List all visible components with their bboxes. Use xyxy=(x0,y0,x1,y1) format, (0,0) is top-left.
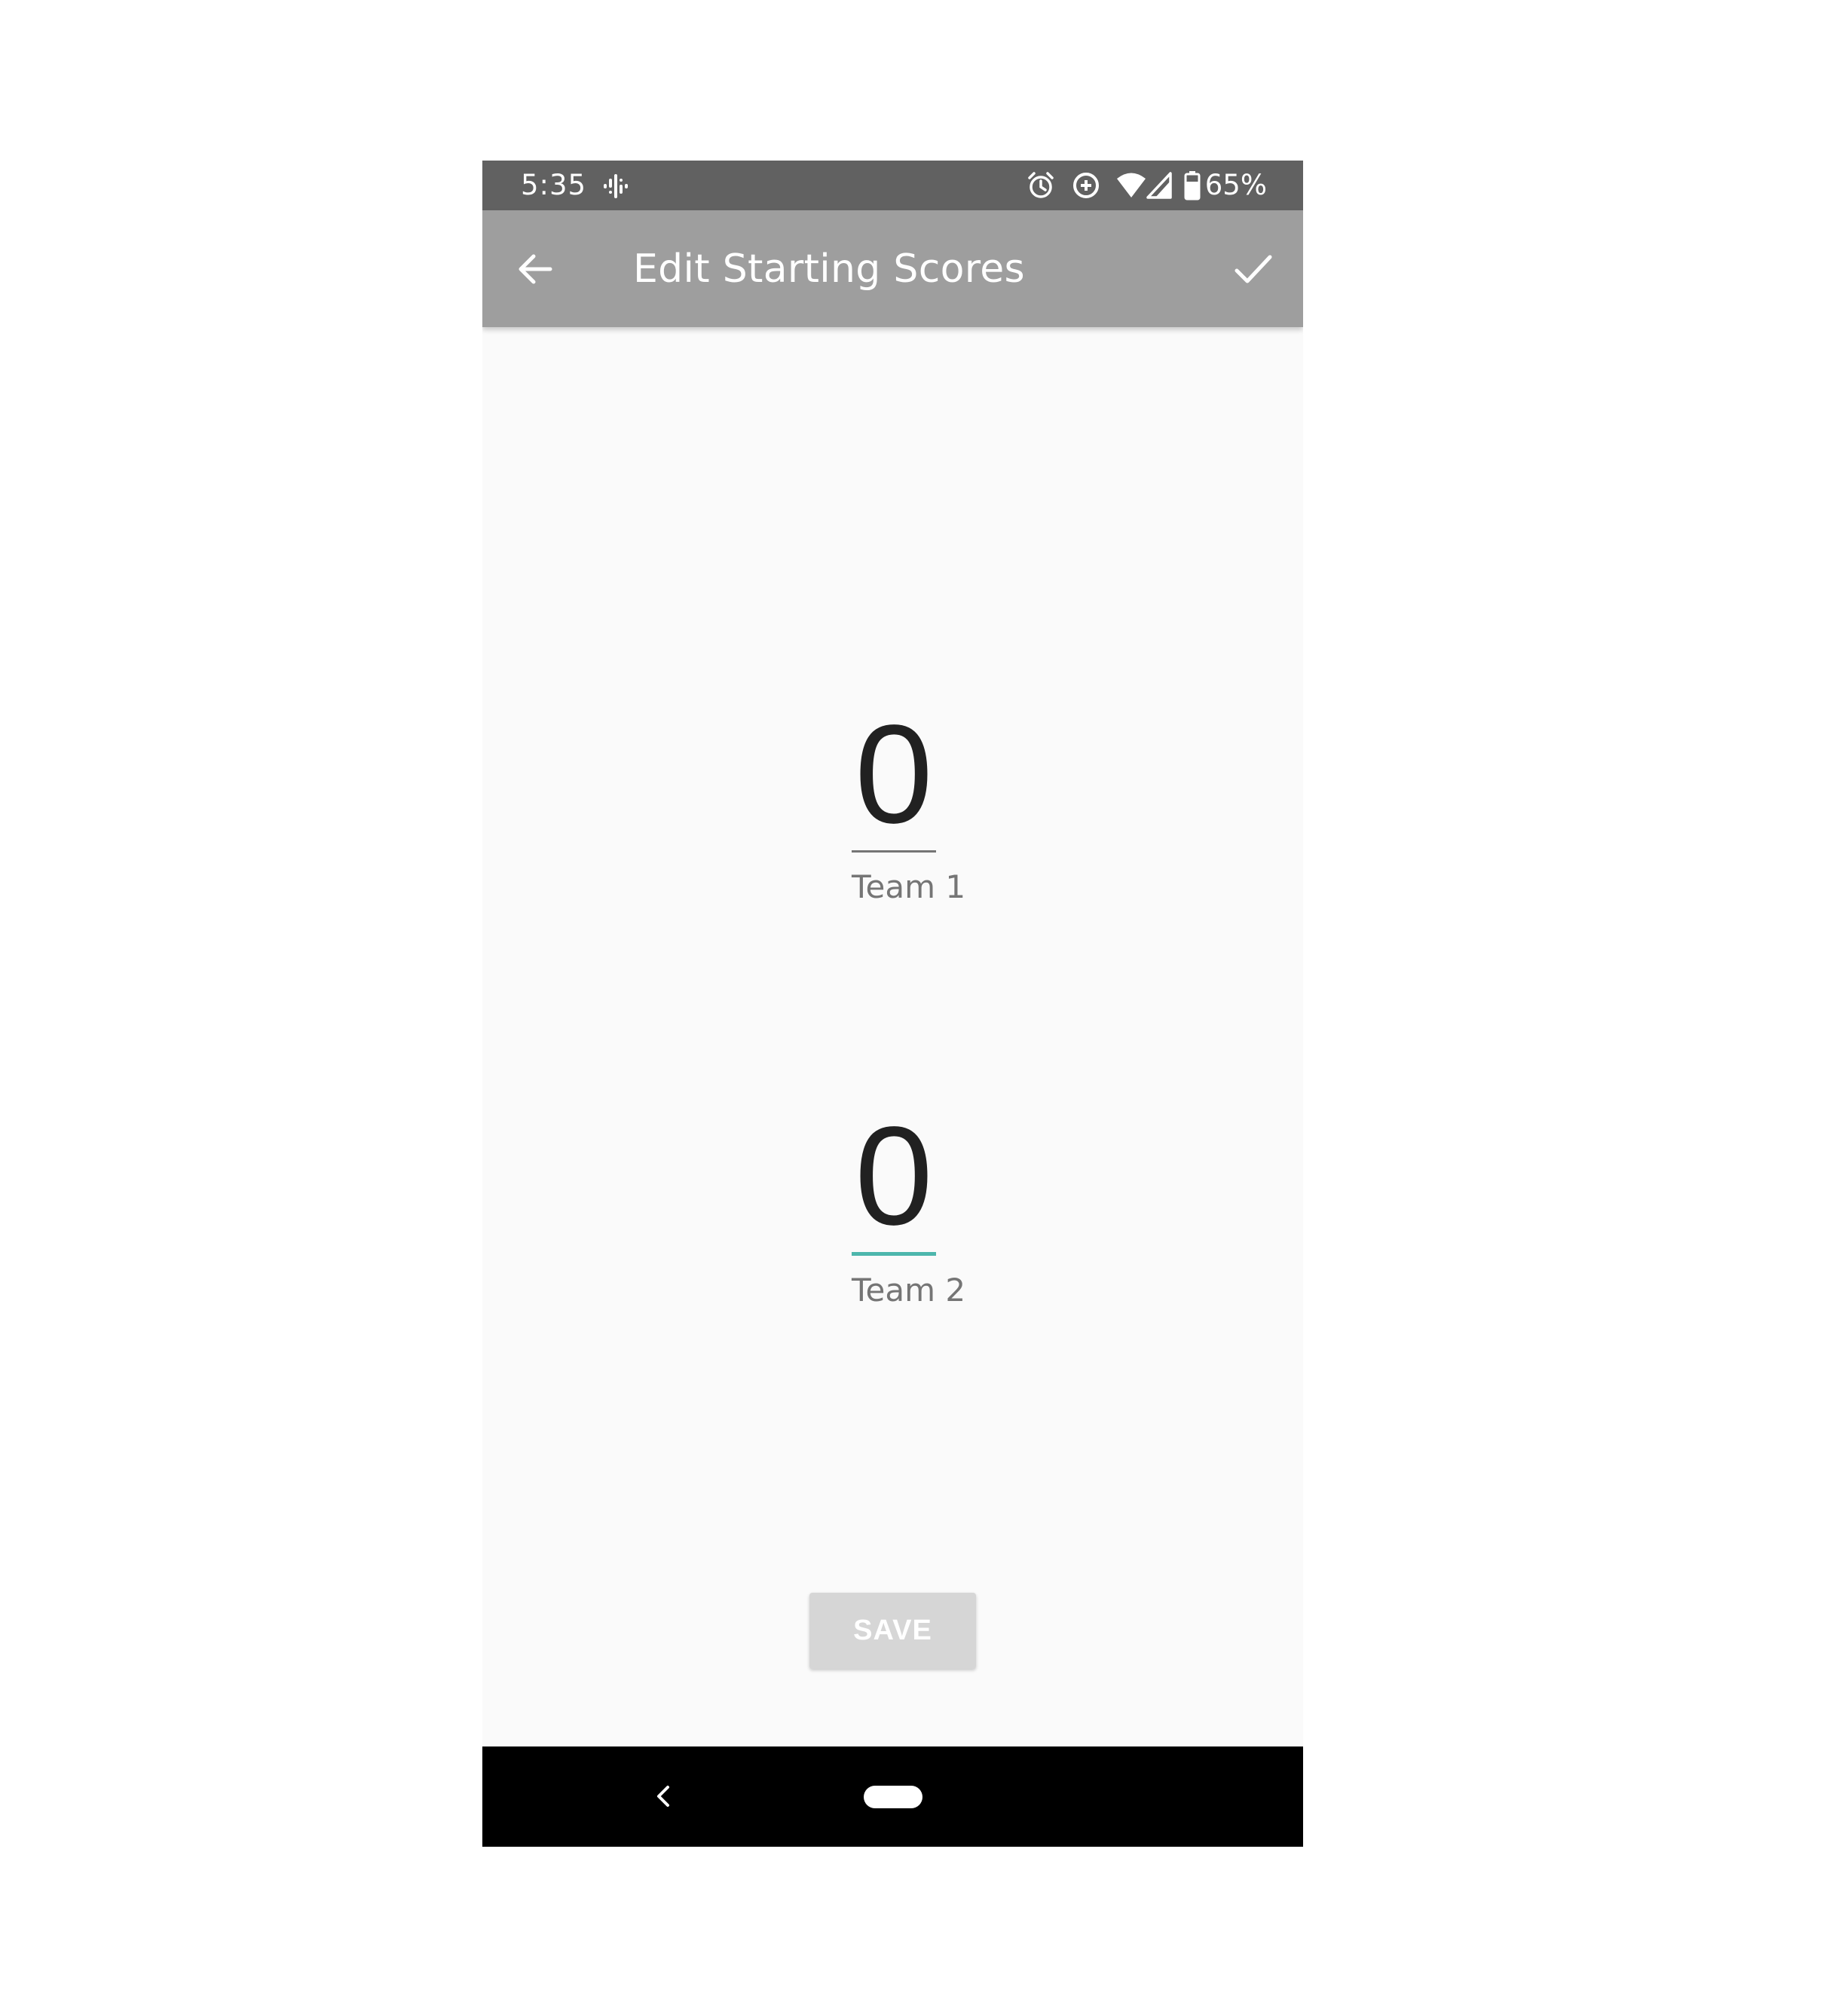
alarm-icon xyxy=(1028,172,1054,198)
team-1-score-underline xyxy=(852,850,936,853)
status-icons: 65% xyxy=(1026,168,1267,203)
podcast-icon xyxy=(604,174,628,198)
nav-back-icon[interactable] xyxy=(648,1781,678,1811)
team-2-score-field: Team 2 xyxy=(852,1101,972,1309)
nav-home-pill[interactable] xyxy=(864,1786,922,1808)
team-1-score-input[interactable] xyxy=(852,699,936,850)
team-2-score-underline xyxy=(852,1252,936,1256)
signal-icon xyxy=(1146,172,1172,199)
team-2-label: Team 2 xyxy=(852,1272,966,1309)
check-icon[interactable] xyxy=(1231,246,1276,292)
save-button[interactable]: SAVE xyxy=(809,1593,976,1669)
battery-icon xyxy=(1184,171,1201,201)
team-1-score-field: Team 1 xyxy=(852,699,972,905)
status-bar: 5:35 65% xyxy=(482,161,1303,210)
phone-screen: 5:35 65% Edit Starting Scores 0 Team 1 0… xyxy=(482,161,1303,1847)
wifi-icon xyxy=(1116,173,1146,197)
page-title: Edit Starting Scores xyxy=(633,246,1025,292)
status-time: 5:35 xyxy=(521,169,587,201)
battery-percent: 65% xyxy=(1204,169,1267,201)
team-2-score-input[interactable] xyxy=(852,1101,936,1252)
team-1-label: Team 1 xyxy=(852,868,966,905)
data-saver-icon xyxy=(1072,173,1099,198)
arrow-left-icon[interactable] xyxy=(512,246,558,292)
navigation-bar xyxy=(482,1746,1303,1847)
app-bar: Edit Starting Scores xyxy=(482,210,1303,327)
